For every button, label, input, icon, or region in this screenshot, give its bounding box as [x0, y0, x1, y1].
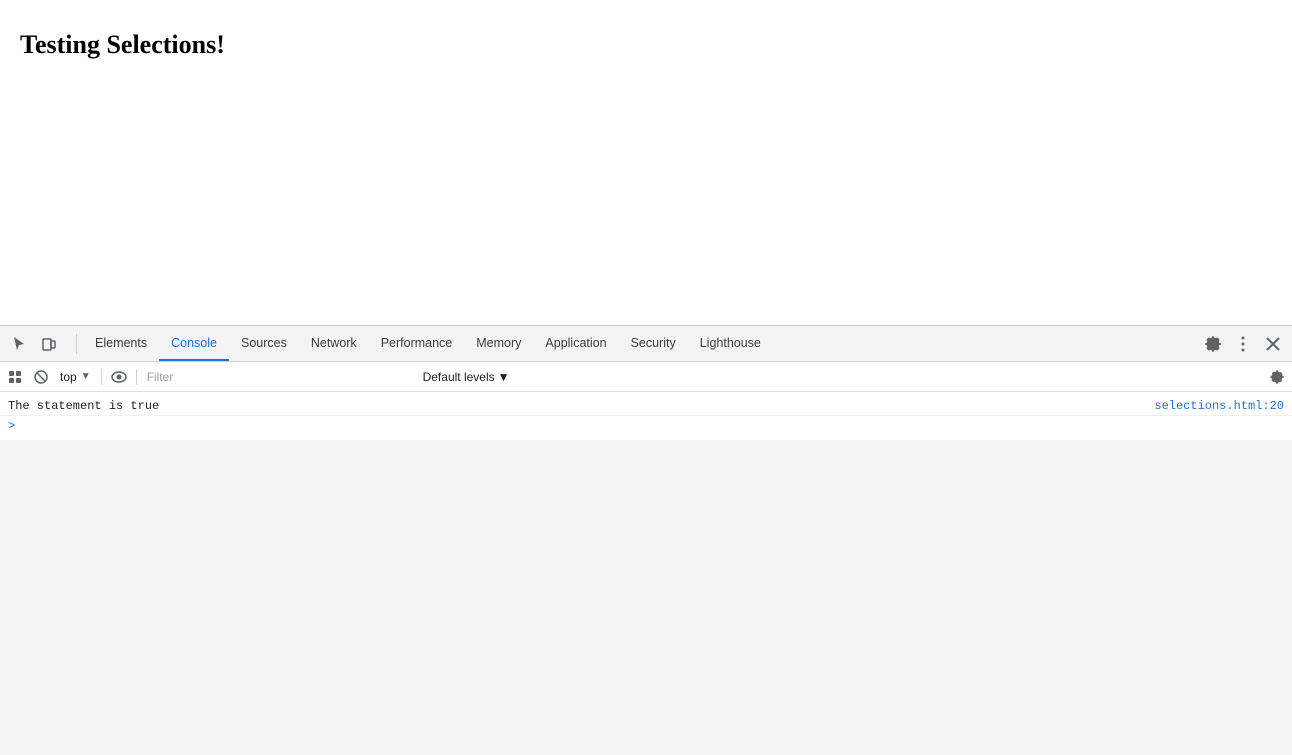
- filter-input[interactable]: [143, 368, 413, 386]
- tab-performance[interactable]: Performance: [369, 326, 465, 361]
- live-expressions-button[interactable]: [108, 366, 130, 388]
- tab-memory[interactable]: Memory: [464, 326, 533, 361]
- run-icon: [8, 370, 22, 384]
- inspect-element-button[interactable]: [6, 331, 32, 357]
- default-levels-label: Default levels: [423, 370, 495, 384]
- tab-sources[interactable]: Sources: [229, 326, 299, 361]
- console-prompt-row[interactable]: >: [0, 416, 1292, 436]
- eye-icon: [111, 371, 127, 383]
- page-content: Testing Selections!: [0, 0, 1292, 90]
- page-title: Testing Selections!: [20, 30, 1272, 60]
- tab-elements[interactable]: Elements: [83, 326, 159, 361]
- clear-icon: [34, 370, 48, 384]
- close-icon: [1265, 336, 1281, 352]
- context-dropdown-arrow: ▼: [81, 371, 91, 382]
- console-gear-icon: [1270, 370, 1284, 384]
- device-icon: [41, 336, 57, 352]
- devtools-settings-button[interactable]: [1200, 331, 1226, 357]
- default-levels-button[interactable]: Default levels ▼: [417, 368, 516, 386]
- context-label: top: [60, 370, 77, 384]
- console-divider-2: [136, 369, 137, 385]
- default-levels-arrow: ▼: [498, 370, 510, 384]
- tab-security[interactable]: Security: [619, 326, 688, 361]
- console-settings-button[interactable]: [1266, 366, 1288, 388]
- console-log-row: The statement is true selections.html:20: [0, 396, 1292, 416]
- console-output: The statement is true selections.html:20…: [0, 392, 1292, 440]
- devtools-panel: Elements Console Sources Network Perform…: [0, 325, 1292, 755]
- devtools-toolbar: Elements Console Sources Network Perform…: [0, 326, 1292, 362]
- clear-console-button[interactable]: [30, 366, 52, 388]
- gear-icon: [1205, 336, 1221, 352]
- more-dots-icon: [1235, 336, 1251, 352]
- cursor-icon: [11, 336, 27, 352]
- tab-network[interactable]: Network: [299, 326, 369, 361]
- toolbar-divider-1: [76, 334, 77, 354]
- console-prompt-arrow: >: [8, 419, 15, 433]
- context-selector[interactable]: top ▼: [56, 368, 95, 386]
- execute-context-button[interactable]: [4, 366, 26, 388]
- console-log-message: The statement is true: [8, 399, 159, 413]
- console-toolbar: top ▼ Default levels ▼: [0, 362, 1292, 392]
- console-divider-1: [101, 369, 102, 385]
- close-devtools-button[interactable]: [1260, 331, 1286, 357]
- tab-lighthouse[interactable]: Lighthouse: [688, 326, 773, 361]
- more-options-button[interactable]: [1230, 331, 1256, 357]
- console-log-source[interactable]: selections.html:20: [1154, 399, 1284, 413]
- devtools-tabs: Elements Console Sources Network Perform…: [83, 326, 1200, 361]
- tab-application[interactable]: Application: [533, 326, 618, 361]
- device-toggle-button[interactable]: [36, 331, 62, 357]
- tab-console[interactable]: Console: [159, 326, 229, 361]
- devtools-right-icons: [1200, 331, 1286, 357]
- toolbar-left-icons: [6, 331, 62, 357]
